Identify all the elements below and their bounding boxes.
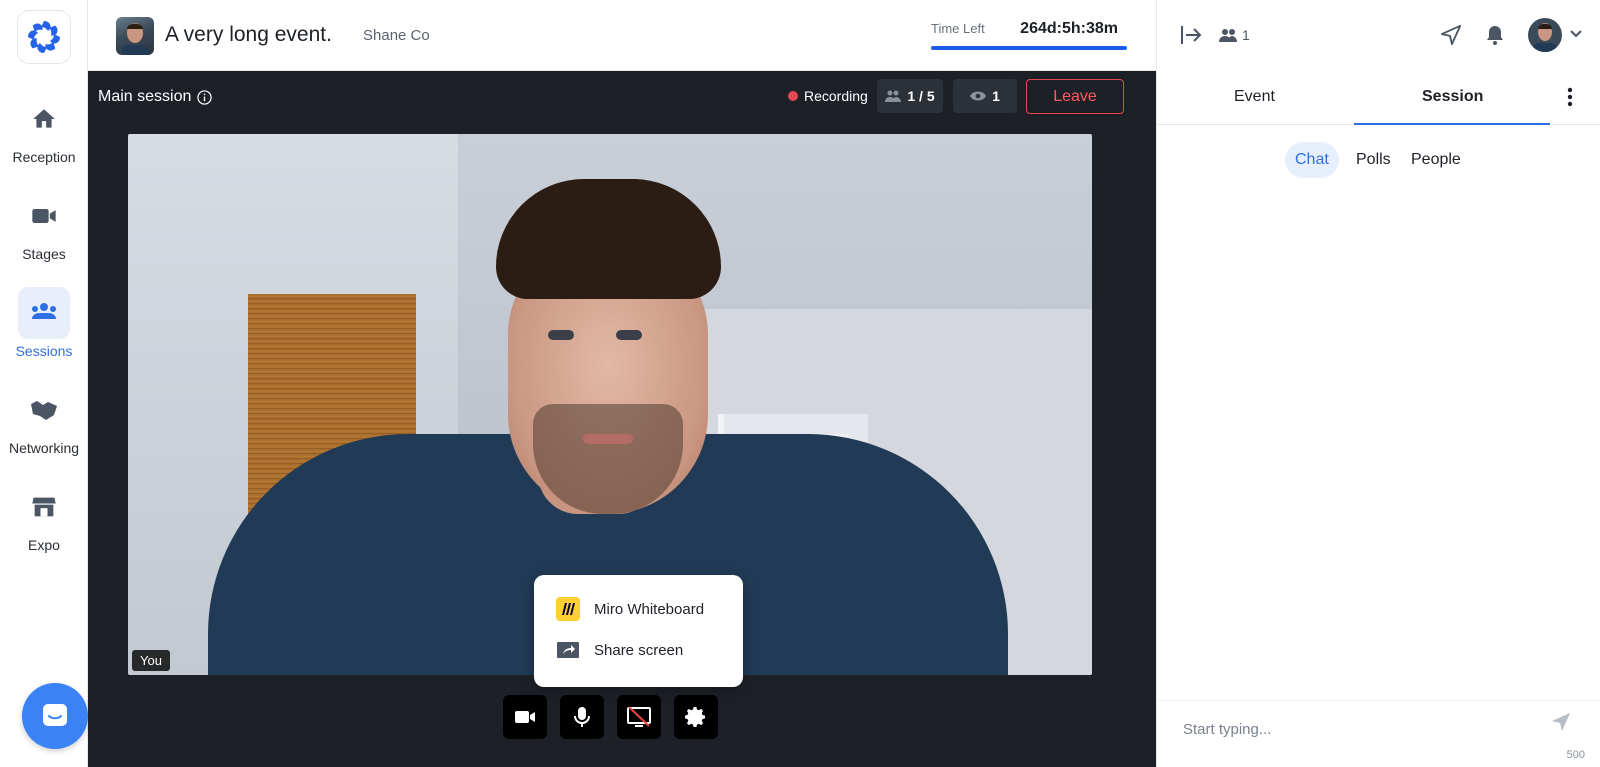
app-root: Reception Stages Sessions Networking Exp… (0, 0, 1600, 767)
logo-icon (28, 21, 60, 53)
nav-label: Sessions (15, 343, 73, 359)
people-icon (885, 90, 902, 102)
you-label: You (132, 650, 170, 671)
organizer-name[interactable]: Shane Co (363, 27, 430, 44)
subtab-people[interactable]: People (1401, 142, 1471, 178)
screen-share-toggle-button[interactable] (617, 695, 661, 739)
eye-icon (970, 91, 987, 101)
app-logo[interactable] (17, 10, 71, 64)
viewer-value: 1 (992, 88, 1000, 104)
session-name-label: Main session (98, 88, 192, 105)
participants-count[interactable]: 1 / 5 (877, 79, 943, 113)
recording-label: Recording (804, 88, 868, 104)
chevron-down-icon[interactable] (1570, 30, 1582, 38)
participants-value: 1 / 5 (907, 88, 935, 104)
event-title: A very long event. (165, 23, 332, 46)
session-name: Main session (98, 88, 213, 106)
subtab-polls[interactable]: Polls (1346, 142, 1401, 178)
settings-button[interactable] (674, 695, 718, 739)
user-avatar[interactable] (1528, 18, 1562, 52)
menu-item-label: Miro Whiteboard (594, 600, 705, 618)
viewer-count[interactable]: 1 (953, 79, 1017, 113)
people-group-icon (18, 287, 70, 339)
share-screen-icon (557, 642, 579, 658)
nav-item-reception[interactable]: Reception (0, 93, 88, 165)
time-left-value: 264d:5h:38m (1020, 20, 1118, 37)
support-chat-button[interactable] (22, 683, 88, 749)
nav-label: Expo (28, 537, 60, 553)
host-avatar[interactable] (116, 17, 154, 55)
video-camera-icon (515, 711, 535, 723)
microphone-toggle-button[interactable] (560, 695, 604, 739)
active-tab-indicator (1354, 123, 1550, 125)
more-options-icon[interactable] (1567, 87, 1573, 107)
leave-button[interactable]: Leave (1026, 79, 1124, 114)
right-panel: 1 Event Session Chat Polls People 500 (1156, 0, 1600, 767)
nav-label: Reception (12, 149, 76, 165)
media-controls (503, 695, 718, 739)
session-stage: Main session Recording 1 / 5 1 Leave You… (88, 71, 1156, 767)
send-invite-icon[interactable] (1440, 24, 1462, 46)
time-left-progress (931, 46, 1127, 50)
attendee-count: 1 (1242, 27, 1250, 43)
nav-label: Stages (22, 246, 66, 262)
collapse-panel-icon[interactable] (1179, 24, 1203, 46)
chat-bubble-icon (43, 704, 67, 726)
miro-icon (556, 597, 580, 621)
char-limit: 500 (1566, 749, 1585, 761)
left-nav: Reception Stages Sessions Networking Exp… (0, 0, 88, 767)
menu-item-share-screen[interactable]: Share screen (556, 638, 683, 662)
info-icon[interactable] (197, 89, 213, 105)
home-icon (18, 93, 70, 145)
bell-icon[interactable] (1485, 24, 1505, 46)
time-left-label: Time Left (931, 21, 985, 36)
chat-composer: 500 (1157, 700, 1600, 767)
nav-item-expo[interactable]: Expo (0, 481, 88, 553)
panel-tabs: Event Session (1157, 71, 1600, 125)
recording-indicator: Recording (788, 88, 868, 104)
nav-item-sessions[interactable]: Sessions (0, 287, 88, 359)
tab-event[interactable]: Event (1234, 88, 1275, 106)
event-header: A very long event. Shane Co Time Left 26… (88, 0, 1156, 71)
chat-message-input[interactable] (1183, 715, 1523, 743)
camera-toggle-button[interactable] (503, 695, 547, 739)
send-message-icon[interactable] (1550, 711, 1572, 733)
share-menu: Miro Whiteboard Share screen (534, 575, 743, 687)
video-camera-icon (18, 190, 70, 242)
menu-item-label: Share screen (594, 641, 684, 659)
recording-dot-icon (788, 91, 798, 101)
menu-item-miro-whiteboard[interactable]: Miro Whiteboard (556, 597, 704, 621)
nav-label: Networking (8, 440, 80, 456)
right-panel-toolbar: 1 (1157, 0, 1600, 71)
gear-icon (685, 707, 705, 727)
nav-item-networking[interactable]: Networking (0, 384, 88, 456)
nav-item-stages[interactable]: Stages (0, 190, 88, 262)
attendees-icon[interactable] (1219, 28, 1237, 42)
microphone-icon (574, 707, 590, 727)
screen-share-off-icon (627, 706, 651, 727)
tab-session[interactable]: Session (1422, 88, 1483, 106)
handshake-icon (18, 384, 70, 436)
store-icon (18, 481, 70, 533)
subtab-chat[interactable]: Chat (1285, 142, 1339, 178)
